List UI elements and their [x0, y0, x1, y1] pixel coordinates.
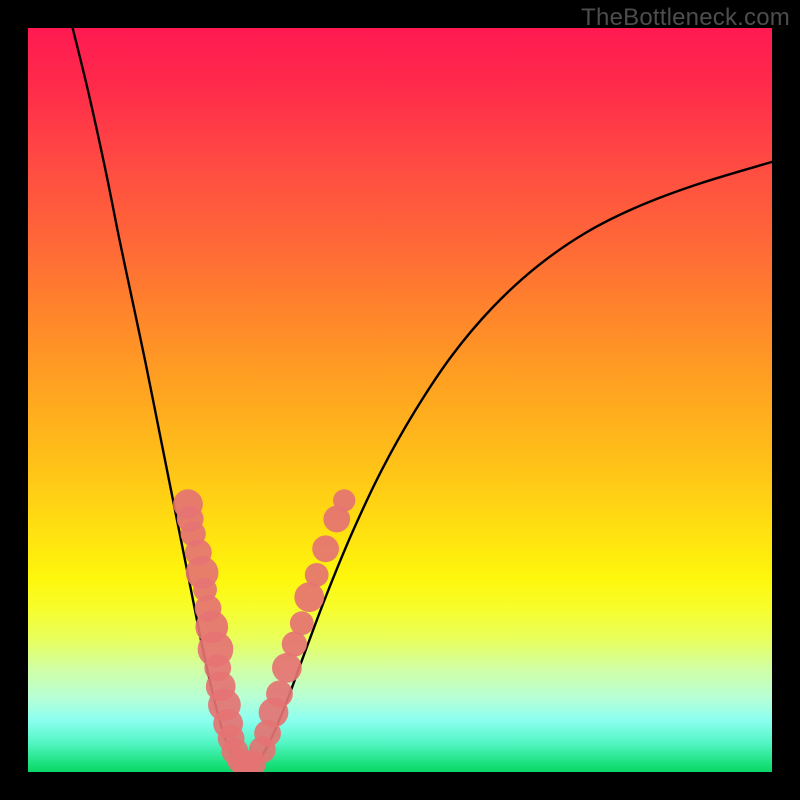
- marker-dot: [294, 582, 324, 612]
- curves-layer: [73, 28, 772, 767]
- marker-dot: [312, 535, 339, 562]
- plot-area: [28, 28, 772, 772]
- watermark-text: TheBottleneck.com: [581, 4, 790, 32]
- chart-frame: TheBottleneck.com: [0, 0, 800, 800]
- series-right-curve: [255, 162, 772, 767]
- markers-layer: [173, 489, 355, 772]
- marker-dot: [282, 631, 307, 656]
- marker-dot: [333, 489, 355, 511]
- marker-dot: [266, 680, 293, 707]
- marker-dot: [272, 653, 302, 683]
- marker-dot: [305, 563, 329, 587]
- marker-dot: [290, 611, 314, 635]
- chart-svg: [28, 28, 772, 772]
